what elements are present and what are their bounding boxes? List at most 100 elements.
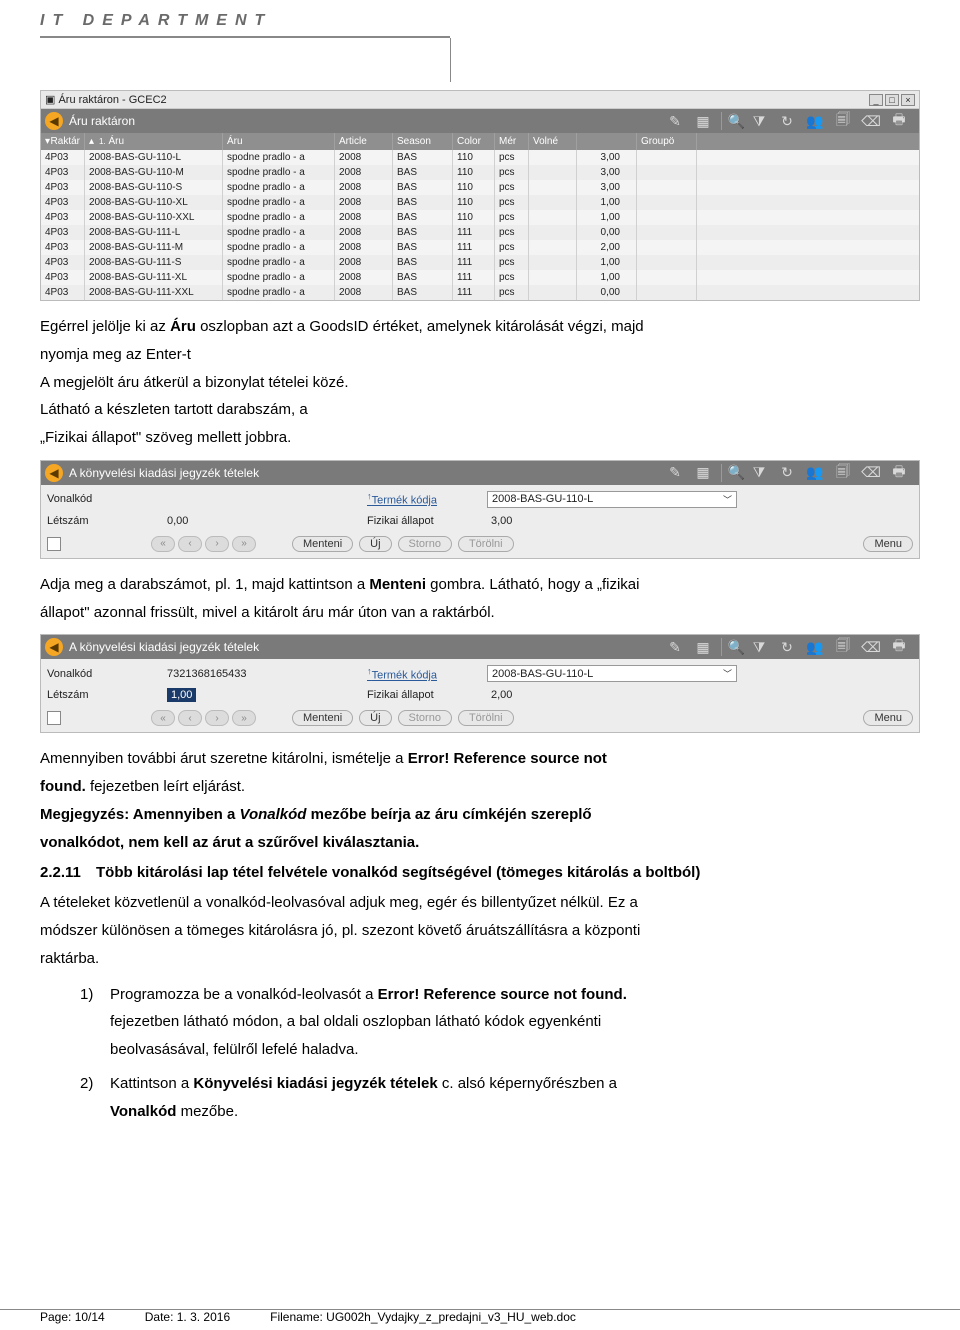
list-item: 2) Kattintson a Könyvelési kiadási jegyz… — [80, 1070, 920, 1126]
checkbox[interactable] — [47, 711, 61, 725]
nav-last-icon[interactable]: » — [232, 710, 256, 726]
delete-icon[interactable]: ⌫ — [861, 464, 881, 482]
table-row[interactable]: 4P032008-BAS-GU-111-Lspodne pradlo - a20… — [41, 225, 919, 240]
letszam-label: Létszám — [47, 689, 167, 701]
table-row[interactable]: 4P032008-BAS-GU-111-Sspodne pradlo - a20… — [41, 255, 919, 270]
menteni-button[interactable]: Menteni — [292, 536, 353, 552]
vonalkod-value[interactable]: 7321368165433 — [167, 668, 367, 680]
column-headers: ▾Raktár ▴1. Áru Áru Article Season Color… — [41, 133, 919, 150]
nav-next-icon[interactable]: › — [205, 536, 229, 552]
nav-next-icon[interactable]: › — [205, 710, 229, 726]
panel-title: A könyvelési kiadási jegyzék tételek — [69, 466, 259, 480]
termek-kodja-label[interactable]: ↑Termék kódja — [367, 491, 487, 507]
panel-title: Áru raktáron — [69, 114, 135, 128]
fizikai-label: Fizikai állapot — [367, 689, 487, 701]
section-heading: 2.2.11 Több kitárolási lap tétel felvéte… — [40, 864, 920, 881]
grid-icon[interactable]: ▦ — [693, 112, 713, 130]
search-icon[interactable]: 🔍 — [721, 464, 741, 482]
paragraph: A tételeket közvetlenül a vonalkód-leolv… — [40, 889, 920, 972]
termek-kodja-value[interactable]: 2008-BAS-GU-110-L﹀ — [487, 491, 737, 508]
screenshot-form-1: ◀ A könyvelési kiadási jegyzék tételek ✎… — [40, 460, 920, 559]
back-icon[interactable]: ◀ — [45, 464, 63, 482]
table-row[interactable]: 4P032008-BAS-GU-110-Lspodne pradlo - a20… — [41, 150, 919, 165]
table-row[interactable]: 4P032008-BAS-GU-110-XLspodne pradlo - a2… — [41, 195, 919, 210]
torolni-button[interactable]: Törölni — [458, 536, 514, 552]
filter-icon[interactable]: ⧩ — [749, 464, 769, 482]
delete-icon[interactable]: ⌫ — [861, 638, 881, 656]
table-row[interactable]: 4P032008-BAS-GU-111-XLspodne pradlo - a2… — [41, 270, 919, 285]
nav-last-icon[interactable]: » — [232, 536, 256, 552]
vonalkod-label: Vonalkód — [47, 668, 167, 680]
users-icon[interactable]: 👥 — [805, 464, 825, 482]
screenshot-stock-grid: ▣ Áru raktáron - GCEC2 _ □ × ◀ Áru raktá… — [40, 90, 920, 301]
back-icon[interactable]: ◀ — [45, 638, 63, 656]
page-footer: Page: 10/14 Date: 1. 3. 2016 Filename: U… — [0, 1309, 960, 1324]
print-icon[interactable]: 🖶 — [889, 112, 909, 130]
storno-button[interactable]: Storno — [398, 710, 452, 726]
footer-date: Date: 1. 3. 2016 — [145, 1310, 230, 1324]
refresh-icon[interactable]: ↻ — [777, 464, 797, 482]
doc-header: IT DEPARTMENT — [40, 12, 272, 34]
close-icon[interactable]: × — [901, 94, 915, 106]
nav-prev-icon[interactable]: ‹ — [178, 710, 202, 726]
screenshot-form-2: ◀ A könyvelési kiadási jegyzék tételek ✎… — [40, 634, 920, 733]
maximize-icon[interactable]: □ — [885, 94, 899, 106]
list-item: 1) Programozza be a vonalkód-leolvasót a… — [80, 981, 920, 1064]
menteni-button[interactable]: Menteni — [292, 710, 353, 726]
paragraph: Amennyiben további árut szeretne kitárol… — [40, 745, 920, 856]
table-row[interactable]: 4P032008-BAS-GU-110-Sspodne pradlo - a20… — [41, 180, 919, 195]
edit-icon[interactable]: ✎ — [665, 638, 685, 656]
letszam-label: Létszám — [47, 515, 167, 527]
termek-kodja-label[interactable]: ↑Termék kódja — [367, 666, 487, 682]
checkbox[interactable] — [47, 537, 61, 551]
filter-icon[interactable]: ⧩ — [749, 112, 769, 130]
copy-icon[interactable]: 🗐 — [833, 464, 853, 482]
table-row[interactable]: 4P032008-BAS-GU-111-XXLspodne pradlo - a… — [41, 285, 919, 300]
footer-page: Page: 10/14 — [40, 1310, 105, 1324]
panel-title: A könyvelési kiadási jegyzék tételek — [69, 640, 259, 654]
letszam-value[interactable]: 1,00 — [167, 689, 367, 701]
uj-button[interactable]: Új — [359, 536, 391, 552]
copy-icon[interactable]: 🗐 — [833, 638, 853, 656]
letszam-value[interactable]: 0,00 — [167, 515, 367, 527]
termek-kodja-value[interactable]: 2008-BAS-GU-110-L﹀ — [487, 665, 737, 682]
torolni-button[interactable]: Törölni — [458, 710, 514, 726]
storno-button[interactable]: Storno — [398, 536, 452, 552]
refresh-icon[interactable]: ↻ — [777, 112, 797, 130]
print-icon[interactable]: 🖶 — [889, 638, 909, 656]
fizikai-label: Fizikai állapot — [367, 515, 487, 527]
edit-icon[interactable]: ✎ — [665, 464, 685, 482]
chevron-down-icon[interactable]: ﹀ — [723, 493, 732, 506]
print-icon[interactable]: 🖶 — [889, 464, 909, 482]
minimize-icon[interactable]: _ — [869, 94, 883, 106]
users-icon[interactable]: 👥 — [805, 112, 825, 130]
search-icon[interactable]: 🔍 — [721, 638, 741, 656]
nav-prev-icon[interactable]: ‹ — [178, 536, 202, 552]
menu-button[interactable]: Menu — [863, 710, 913, 726]
table-row[interactable]: 4P032008-BAS-GU-111-Mspodne pradlo - a20… — [41, 240, 919, 255]
back-icon[interactable]: ◀ — [45, 112, 63, 130]
table-row[interactable]: 4P032008-BAS-GU-110-Mspodne pradlo - a20… — [41, 165, 919, 180]
footer-filename: Filename: UG002h_Vydajky_z_predajni_v3_H… — [270, 1310, 576, 1324]
users-icon[interactable]: 👥 — [805, 638, 825, 656]
chevron-down-icon[interactable]: ﹀ — [723, 667, 732, 680]
nav-first-icon[interactable]: « — [151, 536, 175, 552]
delete-icon[interactable]: ⌫ — [861, 112, 881, 130]
table-row[interactable]: 4P032008-BAS-GU-110-XXLspodne pradlo - a… — [41, 210, 919, 225]
vonalkod-label: Vonalkód — [47, 493, 167, 505]
fizikai-value: 2,00 — [487, 688, 737, 702]
grid-icon[interactable]: ▦ — [693, 638, 713, 656]
search-icon[interactable]: 🔍 — [721, 112, 741, 130]
nav-first-icon[interactable]: « — [151, 710, 175, 726]
uj-button[interactable]: Új — [359, 710, 391, 726]
menu-button[interactable]: Menu — [863, 536, 913, 552]
filter-icon[interactable]: ⧩ — [749, 638, 769, 656]
copy-icon[interactable]: 🗐 — [833, 112, 853, 130]
edit-icon[interactable]: ✎ — [665, 112, 685, 130]
grid-icon[interactable]: ▦ — [693, 464, 713, 482]
refresh-icon[interactable]: ↻ — [777, 638, 797, 656]
ordered-list: 1) Programozza be a vonalkód-leolvasót a… — [80, 981, 920, 1126]
window-title: ▣ Áru raktáron - GCEC2 — [45, 93, 167, 106]
fizikai-value: 3,00 — [487, 514, 737, 528]
paragraph: Egérrel jelölje ki az Áru oszlopban azt … — [40, 313, 920, 452]
